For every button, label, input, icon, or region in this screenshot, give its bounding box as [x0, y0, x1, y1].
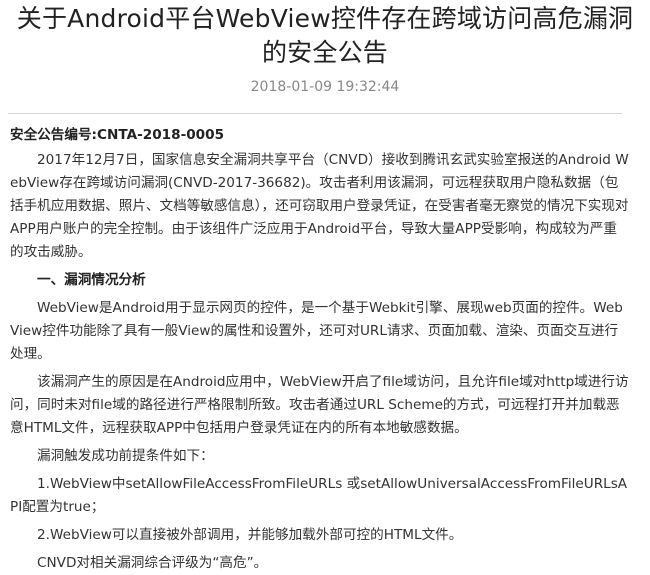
- article-page: 关于Android平台WebView控件存在跨域访问高危漏洞 的安全公告 201…: [0, 0, 650, 572]
- section-heading: 一、漏洞情况分析: [37, 272, 146, 288]
- paragraph-intro: 2017年12月7日，国家信息安全漏洞共享平台（CNVD）接收到腾讯玄武实验室报…: [10, 152, 629, 260]
- paragraph-condition-1: 1.WebView中setAllowFileAccessFromFileURLs…: [10, 476, 628, 515]
- article-title-line2: 的安全公告: [261, 38, 388, 67]
- bulletin-number: 安全公告编号:CNTA-2018-0005: [10, 127, 225, 143]
- article-body: 安全公告编号:CNTA-2018-0005 2017年12月7日，国家信息安全漏…: [0, 114, 650, 575]
- paragraph-conditions: 漏洞触发成功前提条件如下：: [37, 448, 214, 464]
- article-title: 关于Android平台WebView控件存在跨域访问高危漏洞 的安全公告: [0, 0, 650, 70]
- paragraph-webview: WebView是Android用于显示网页的控件，是一个基于Webkit引擎、展…: [10, 300, 623, 362]
- paragraph-condition-2: 2.WebView可以直接被外部调用，并能够加载外部可控的HTML文件。: [37, 527, 463, 543]
- article-title-line1: 关于Android平台WebView控件存在跨域访问高危漏洞: [16, 4, 634, 33]
- publish-date: 2018-01-09 19:32:44: [250, 79, 400, 95]
- paragraph-cause: 该漏洞产生的原因是在Android应用中，WebView开启了file域访问，且…: [10, 374, 629, 436]
